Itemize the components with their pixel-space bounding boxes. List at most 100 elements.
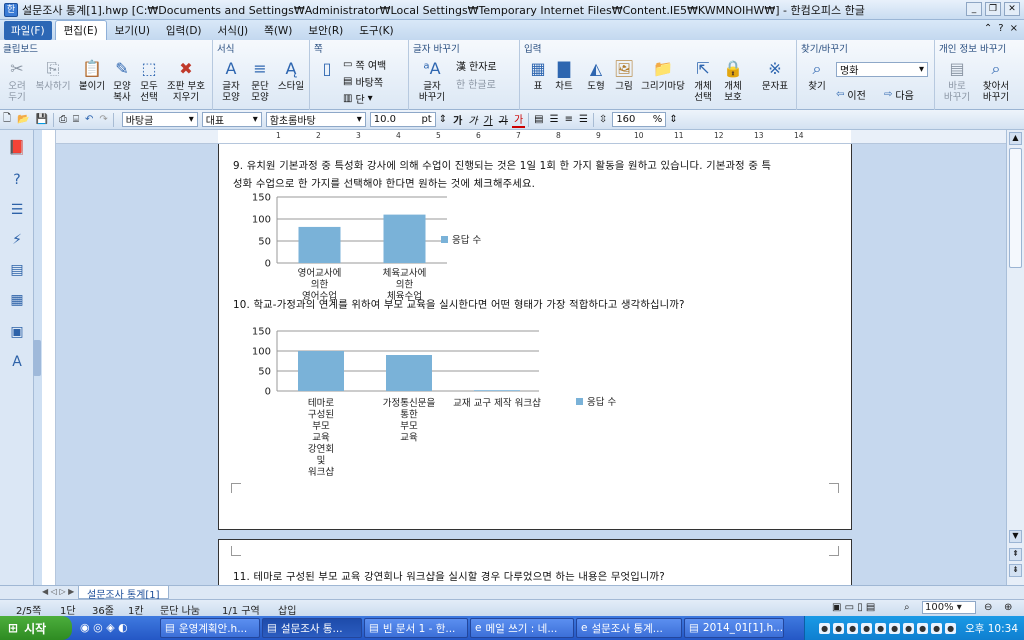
- book-icon[interactable]: 📕: [7, 138, 27, 158]
- zoom-in-icon[interactable]: ⊕: [1004, 602, 1012, 613]
- task-button[interactable]: ▤ 운영계획안.h...: [160, 618, 260, 638]
- help-button[interactable]: ?: [998, 23, 1003, 34]
- redo-icon[interactable]: ↷: [97, 112, 109, 128]
- image-icon[interactable]: ▣: [7, 322, 27, 342]
- menu-page[interactable]: 쪽(W): [256, 21, 300, 40]
- tray-icon[interactable]: ●: [819, 622, 831, 634]
- print-icon[interactable]: ⎙: [57, 112, 69, 128]
- paste-button[interactable]: 📋 붙이기: [77, 58, 107, 92]
- tab-document[interactable]: 설문조사 통계[1]: [78, 586, 169, 601]
- align-right-icon[interactable]: ☰: [577, 112, 590, 128]
- object-protect-button[interactable]: 🔒 개체 보호: [719, 58, 747, 103]
- view-mode-icons[interactable]: ▣ ▭ ▯ ▤: [832, 602, 875, 613]
- page-margin-button[interactable]: ▭ 쪽 여백: [343, 57, 386, 72]
- to-hanja-button[interactable]: 漢 한자로: [456, 58, 497, 73]
- restore-button[interactable]: ❐: [985, 2, 1001, 16]
- align-left-icon[interactable]: ☰: [548, 112, 561, 128]
- start-button[interactable]: ⊞ 시작: [0, 616, 72, 640]
- page-3[interactable]: 11. 테마로 구성된 부모 교육 강연회나 워크샵을 실시할 경우 다루었으면…: [218, 539, 852, 585]
- copy-button[interactable]: ⎘ 복사하기: [31, 58, 75, 92]
- minimize-button[interactable]: _: [966, 2, 982, 16]
- chart-button[interactable]: ▇ 차트: [551, 58, 577, 92]
- table-button[interactable]: ▦ 표: [525, 58, 551, 92]
- font-size-input[interactable]: 10.0 pt: [369, 112, 436, 127]
- sidebar-collapse-handle[interactable]: [33, 340, 41, 376]
- task-button[interactable]: e 설문조사 통계...: [576, 618, 682, 638]
- zoom-input[interactable]: 160%: [612, 112, 667, 127]
- scroll-down-icon[interactable]: ▼: [1009, 530, 1022, 543]
- style-select[interactable]: 바탕글 ▾: [121, 112, 198, 127]
- document-icon[interactable]: ▤: [7, 260, 27, 280]
- align-justify-icon[interactable]: ▤: [532, 112, 545, 128]
- tray-icon[interactable]: ●: [861, 622, 873, 634]
- erase-marks-button[interactable]: ✖ 조판 부호 지우기: [163, 58, 209, 103]
- list-icon[interactable]: ☰: [7, 200, 27, 220]
- tray-icon[interactable]: ●: [833, 622, 845, 634]
- page-setup-button[interactable]: ▯: [315, 58, 339, 81]
- menu-edit[interactable]: 편집(E): [54, 20, 107, 40]
- chart-q10[interactable]: 150 100 50 0 테마로구성된부모교육강연회및워크샵 가정통신문을통한부모교육 교재…: [239, 321, 669, 481]
- zoom-out-icon[interactable]: ⊖: [984, 602, 992, 613]
- status-mode[interactable]: 삽입: [278, 602, 296, 617]
- quick-launch-icons[interactable]: ◉ ◎ ◈ ◐: [80, 621, 128, 634]
- table-icon[interactable]: ▦: [7, 290, 27, 310]
- object-select-button[interactable]: ⇱ 개체 선택: [689, 58, 717, 103]
- find-button[interactable]: ⌕ 찾기: [802, 58, 832, 92]
- prev-page-icon[interactable]: ⇞: [1009, 548, 1022, 561]
- scroll-up-icon[interactable]: ▲: [1009, 132, 1022, 145]
- menu-file[interactable]: 파일(F): [4, 20, 52, 40]
- symbol-button[interactable]: ※ 문자표: [757, 58, 793, 92]
- find-replace-personal-button[interactable]: ⌕ 찾아서 바꾸기: [976, 58, 1016, 103]
- menu-view[interactable]: 보기(U): [107, 21, 158, 40]
- menu-security[interactable]: 보안(R): [300, 21, 351, 40]
- tray-icon[interactable]: ●: [903, 622, 915, 634]
- menu-insert[interactable]: 입력(D): [158, 21, 210, 40]
- find-next-button[interactable]: ⇨ 다음: [884, 87, 914, 102]
- new-doc-icon[interactable]: 🗋: [1, 112, 13, 128]
- scroll-thumb[interactable]: [1009, 148, 1022, 268]
- cut-button[interactable]: ✂ 오려 두기: [3, 58, 31, 103]
- task-button[interactable]: e 메일 쓰기 : 네...: [470, 618, 574, 638]
- strike-button[interactable]: 가: [497, 112, 510, 128]
- drawing-gallery-button[interactable]: 📁 그리기마당: [639, 58, 687, 92]
- clock[interactable]: 오후 10:34: [965, 621, 1018, 636]
- document-area[interactable]: 9. 유치원 기본과정 중 특성화 강사에 의해 수업이 진행되는 것은 1일 …: [56, 144, 1006, 585]
- task-button[interactable]: ▤ 빈 문서 1 - 한...: [364, 618, 468, 638]
- tray-icon[interactable]: ●: [945, 622, 957, 634]
- column-button[interactable]: ▥ 단 ▾: [343, 91, 373, 106]
- menu-format[interactable]: 서식(J): [210, 21, 257, 40]
- background-page-button[interactable]: ▤ 바탕쪽: [343, 74, 383, 89]
- undo-icon[interactable]: ↶: [83, 112, 95, 128]
- vertical-scrollbar[interactable]: ▲ ▼ ⇞ ⇟: [1006, 130, 1024, 585]
- font-lang-select[interactable]: 대표 ▾: [201, 112, 262, 127]
- lightning-icon[interactable]: ⚡: [7, 230, 27, 250]
- chart-q9[interactable]: 150100500영어교사에의한영어수업체육교사에의한체육수업응답 수: [239, 191, 569, 303]
- to-hangul-button[interactable]: 한 한글로: [456, 76, 496, 91]
- line-spacing-icon[interactable]: ⇳: [597, 112, 609, 128]
- font-color-button[interactable]: 가: [511, 112, 526, 128]
- page-2[interactable]: 9. 유치원 기본과정 중 특성화 강사에 의해 수업이 진행되는 것은 1일 …: [218, 144, 852, 530]
- help-circle-icon[interactable]: ?: [7, 170, 27, 190]
- style-button[interactable]: Ą 스타일: [275, 58, 307, 92]
- tray-icon[interactable]: ●: [889, 622, 901, 634]
- horizontal-ruler[interactable]: 1 2 3 4 5 6 7 8 9 10 11 12 13 14: [56, 130, 1006, 144]
- quick-replace-button[interactable]: ▤ 바로 바꾸기: [942, 58, 972, 103]
- vertical-ruler[interactable]: [42, 130, 56, 585]
- ribbon-collapse-icon[interactable]: ⌃: [984, 23, 992, 34]
- hwp-app-icon[interactable]: 한: [4, 2, 18, 17]
- zoom-stepper[interactable]: ⇕: [667, 112, 679, 128]
- zoom-icon[interactable]: ⌕: [904, 602, 910, 613]
- bold-button[interactable]: 가: [451, 112, 464, 128]
- close-button[interactable]: ✕: [1004, 2, 1020, 16]
- para-shape-button[interactable]: ≡ 문단 모양: [246, 58, 274, 103]
- align-center-icon[interactable]: ≡: [563, 112, 575, 128]
- char-shape-button[interactable]: A 글자 모양: [217, 58, 245, 103]
- next-page-icon[interactable]: ⇟: [1009, 564, 1022, 577]
- open-folder-icon[interactable]: 📂: [15, 112, 31, 128]
- format-copy-button[interactable]: ✎ 모양 복사: [108, 58, 136, 103]
- text-style-icon[interactable]: A: [7, 352, 27, 372]
- underline-button[interactable]: 가: [482, 112, 495, 128]
- tray-icon[interactable]: ●: [875, 622, 887, 634]
- shape-button[interactable]: ◭ 도형: [583, 58, 609, 92]
- tray-icon[interactable]: ●: [917, 622, 929, 634]
